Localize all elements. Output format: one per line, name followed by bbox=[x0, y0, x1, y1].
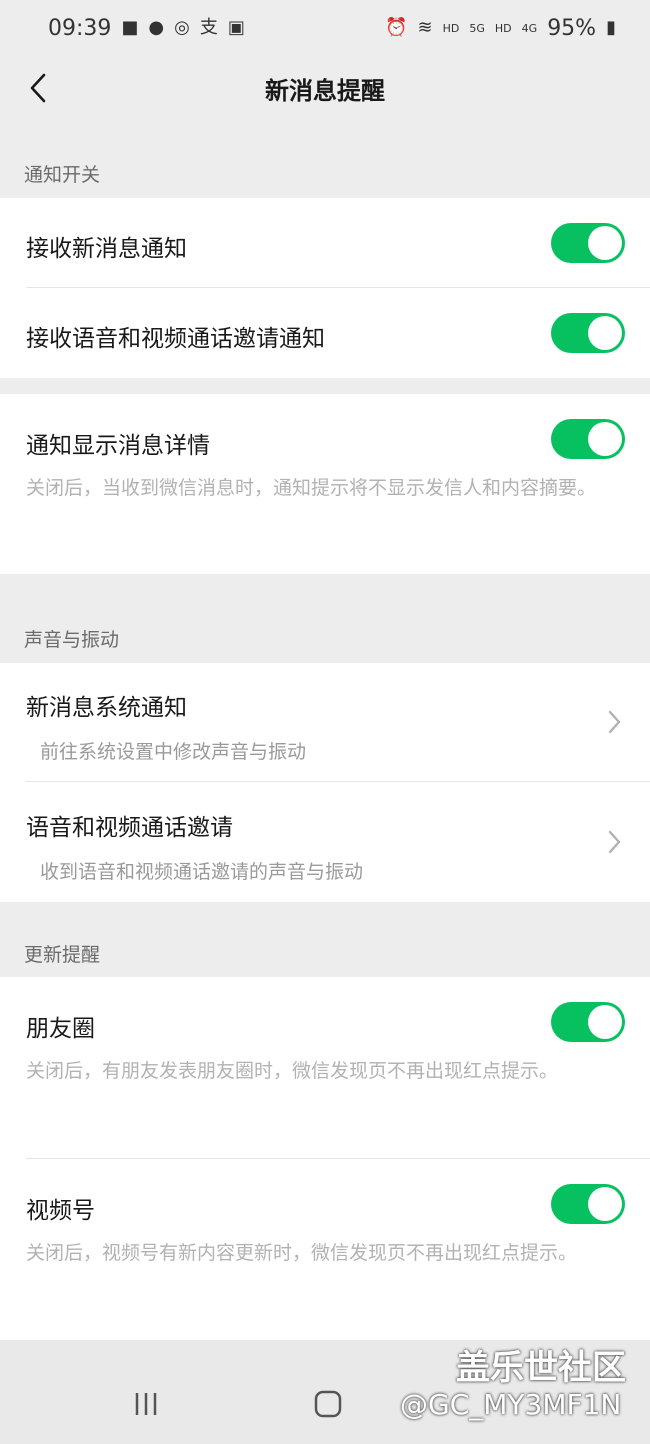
row-show-detail[interactable]: 通知显示消息详情 关闭后，当收到微信消息时，通知提示将不显示发信人和内容摘要。 bbox=[0, 394, 650, 574]
back-button[interactable] bbox=[18, 68, 58, 108]
back-arrow-icon bbox=[30, 73, 46, 103]
5g-label: 5G bbox=[469, 21, 485, 35]
section-header-notify: 通知开关 bbox=[24, 164, 101, 186]
recent-apps-icon[interactable] bbox=[132, 1390, 160, 1418]
nav-bar: 新消息提醒 bbox=[0, 56, 650, 120]
update-group: 朋友圈 关闭后，有朋友发表朋友圈时，微信发现页不再出现红点提示。 视频号 关闭后… bbox=[0, 977, 650, 1340]
moments-toggle[interactable] bbox=[551, 1002, 625, 1042]
row-description: 关闭后，有朋友发表朋友圈时，微信发现页不再出现红点提示。 bbox=[26, 1060, 559, 1082]
row-call-invite[interactable]: 语音和视频通话邀请 收到语音和视频通话邀请的声音与振动 bbox=[0, 782, 650, 902]
row-sys-notify[interactable]: 新消息系统通知 前往系统设置中修改声音与振动 bbox=[0, 663, 650, 781]
chevron-right-icon bbox=[608, 830, 621, 854]
row-subtitle: 收到语音和视频通话邀请的声音与振动 bbox=[40, 861, 364, 883]
row-title: 通知显示消息详情 bbox=[26, 433, 210, 459]
page-title: 新消息提醒 bbox=[265, 76, 385, 105]
chevron-right-icon bbox=[608, 710, 621, 734]
row-description: 关闭后，视频号有新内容更新时，微信发现页不再出现红点提示。 bbox=[26, 1242, 578, 1264]
wifi-icon: ≋ bbox=[417, 17, 433, 38]
notify-group: 接收新消息通知 接收语音和视频通话邀请通知 bbox=[0, 198, 650, 378]
4g-label: 4G bbox=[521, 21, 538, 35]
alarm-icon: ⏰ bbox=[385, 17, 408, 38]
row-moments[interactable]: 朋友圈 关闭后，有朋友发表朋友圈时，微信发现页不再出现红点提示。 bbox=[0, 977, 650, 1157]
sound-group: 新消息系统通知 前往系统设置中修改声音与振动 语音和视频通话邀请 收到语音和视频… bbox=[0, 663, 650, 902]
status-left: 09:39 ■ ● ◎ 支 ▣ bbox=[48, 16, 245, 41]
receive-call-toggle[interactable] bbox=[551, 313, 625, 353]
battery-icon: ▮ bbox=[606, 17, 616, 38]
section-header-sound: 声音与振动 bbox=[24, 629, 120, 651]
row-title: 视频号 bbox=[26, 1198, 95, 1224]
section-header-update: 更新提醒 bbox=[24, 944, 101, 966]
battery-percent: 95% bbox=[547, 15, 597, 41]
row-receive-call[interactable]: 接收语音和视频通话邀请通知 bbox=[0, 288, 650, 378]
status-time: 09:39 bbox=[48, 15, 112, 41]
image-icon: ▣ bbox=[227, 17, 245, 38]
detail-group: 通知显示消息详情 关闭后，当收到微信消息时，通知提示将不显示发信人和内容摘要。 bbox=[0, 394, 650, 574]
hd-label-2: HD bbox=[494, 21, 512, 35]
watermark-title: 盖乐世社区 bbox=[456, 1348, 626, 1388]
row-title: 朋友圈 bbox=[26, 1016, 95, 1042]
receive-new-toggle[interactable] bbox=[551, 223, 625, 263]
row-description: 关闭后，当收到微信消息时，通知提示将不显示发信人和内容摘要。 bbox=[26, 477, 597, 499]
show-detail-toggle[interactable] bbox=[551, 419, 625, 459]
alipay-icon: 支 bbox=[199, 17, 218, 38]
row-title: 语音和视频通话邀请 bbox=[26, 815, 233, 841]
shield-icon: ● bbox=[148, 17, 165, 38]
chat-icon: ■ bbox=[121, 17, 139, 38]
row-channels[interactable]: 视频号 关闭后，视频号有新内容更新时，微信发现页不再出现红点提示。 bbox=[0, 1159, 650, 1340]
watermark-user: @GC_MY3MF1N bbox=[400, 1388, 622, 1421]
home-icon[interactable] bbox=[314, 1390, 342, 1418]
channels-toggle[interactable] bbox=[551, 1184, 625, 1224]
row-title: 接收语音和视频通话邀请通知 bbox=[26, 326, 325, 352]
hd-label: HD bbox=[442, 21, 460, 35]
check-circle-icon: ◎ bbox=[174, 17, 190, 38]
status-right: ⏰ ≋ HD 5G HD 4G 95% ▮ bbox=[385, 16, 616, 41]
row-receive-new[interactable]: 接收新消息通知 bbox=[0, 198, 650, 288]
row-subtitle: 前往系统设置中修改声音与振动 bbox=[40, 741, 307, 763]
row-title: 新消息系统通知 bbox=[26, 695, 187, 721]
row-title: 接收新消息通知 bbox=[26, 236, 187, 262]
status-bar: 09:39 ■ ● ◎ 支 ▣ ⏰ ≋ HD 5G HD 4G 95% ▮ bbox=[0, 0, 650, 56]
